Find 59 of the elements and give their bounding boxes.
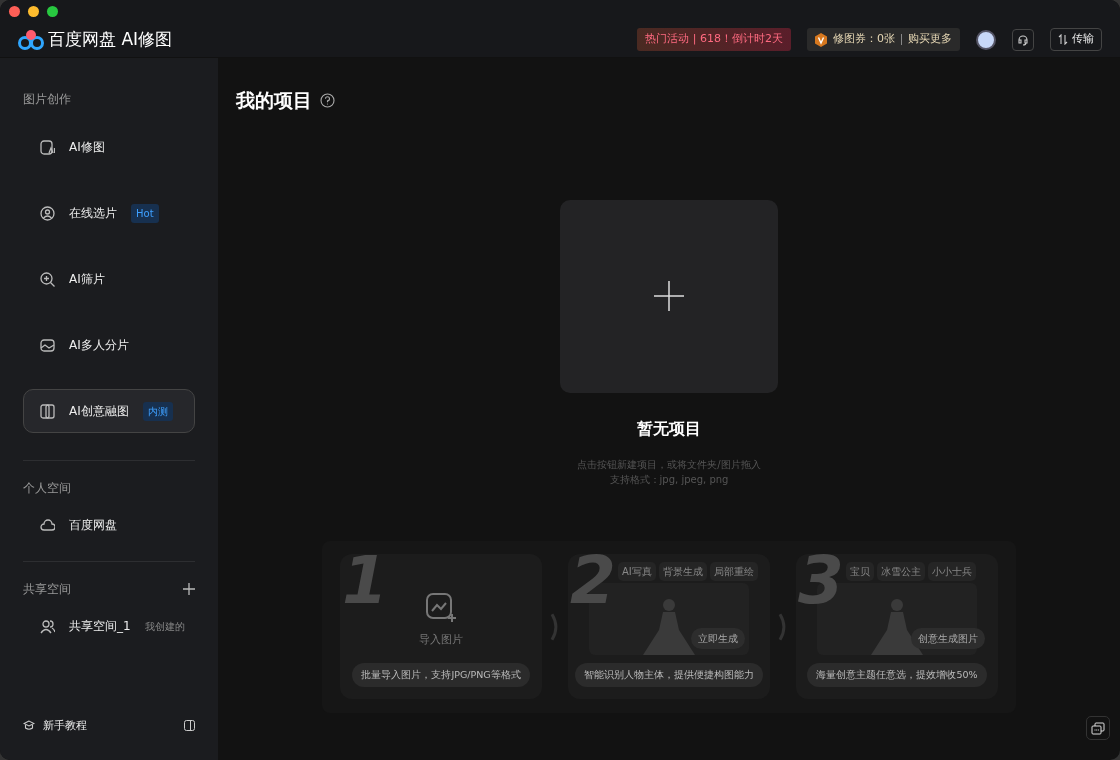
zoom-in-icon [40, 271, 55, 287]
panel-toggle-icon [184, 720, 195, 732]
sidebar-item[interactable]: AI筛片 [23, 257, 195, 301]
app-title: 百度网盘 AI修图 [48, 27, 173, 51]
sidebar-item[interactable]: 在线选片 Hot [23, 191, 195, 235]
generate-button[interactable]: 立即生成 [691, 627, 745, 649]
section-title: 个人空间 [23, 480, 71, 497]
step-caption: 海量创意主题任意选，提效增收50% [807, 662, 987, 687]
transfer-button[interactable]: 传输 [1050, 28, 1102, 51]
transfer-icon [1058, 34, 1068, 45]
chat-icon [1091, 721, 1105, 735]
section-title: 图片创作 [23, 91, 71, 108]
graduation-cap-icon [23, 720, 35, 732]
style-chip[interactable]: 小小士兵 [927, 562, 976, 581]
sidebar-item[interactable]: AI修图 [23, 125, 195, 169]
generate-button[interactable]: 创意生成图片 [910, 627, 985, 649]
hint-text: 支持格式：jpg, jpeg, png [608, 472, 730, 487]
image-icon [40, 139, 55, 155]
step-caption: 智能识别人物主体，提供便捷构图能力 [575, 662, 763, 687]
style-chip[interactable]: 局部重绘 [709, 562, 758, 581]
sidebar-item[interactable]: AI创意融图 内测 [23, 389, 195, 433]
empty-title: 暂无项目 [637, 417, 701, 440]
style-chip[interactable]: 背景生成 [658, 562, 707, 581]
sidebar-item[interactable]: AI多人分片 [23, 323, 195, 367]
page-title: 我的项目 [236, 88, 312, 113]
add-icon[interactable] [183, 583, 195, 595]
chevron-icon [778, 611, 788, 642]
chevron-icon [550, 611, 560, 642]
picture-icon [40, 337, 55, 353]
users-icon [40, 618, 55, 634]
vip-icon [815, 32, 827, 47]
zoom-window-button[interactable] [47, 5, 58, 17]
tutorial-link[interactable]: 新手教程 [23, 717, 87, 734]
image-sparkle-icon [425, 592, 458, 625]
support-button[interactable] [1012, 28, 1034, 51]
item-note: 我创建的 [144, 619, 185, 634]
help-icon [320, 92, 335, 108]
style-chip[interactable]: 冰雪公主 [876, 562, 925, 581]
style-chip[interactable]: 宝贝 [845, 562, 874, 581]
logo-icon [18, 27, 44, 52]
section-title: 共享空间 [23, 581, 71, 598]
sidebar-item[interactable]: 共享空间_1 我创建的 [23, 604, 195, 648]
item-badge: Hot [131, 203, 159, 223]
sidebar-item[interactable]: 百度网盘 [23, 503, 195, 547]
plus-icon [653, 280, 685, 312]
buy-more-link[interactable]: 购买更多 [908, 31, 952, 48]
promo-banner[interactable]: 热门活动 | 618！倒计时2天 [637, 28, 791, 51]
style-chip[interactable]: AI写真 [617, 562, 656, 581]
item-badge: 内测 [142, 401, 173, 421]
face-icon [40, 205, 55, 221]
minimize-window-button[interactable] [28, 5, 39, 17]
import-label: 导入图片 [419, 632, 464, 649]
voucher-count: 修图券：0张 [833, 31, 895, 48]
step-caption: 批量导入图片，支持JPG/PNG等格式 [352, 662, 530, 687]
close-window-button[interactable] [9, 5, 20, 17]
frames-icon [40, 403, 55, 419]
chat-button[interactable] [1086, 716, 1110, 740]
cloud-icon [40, 517, 55, 533]
avatar[interactable] [976, 29, 996, 50]
